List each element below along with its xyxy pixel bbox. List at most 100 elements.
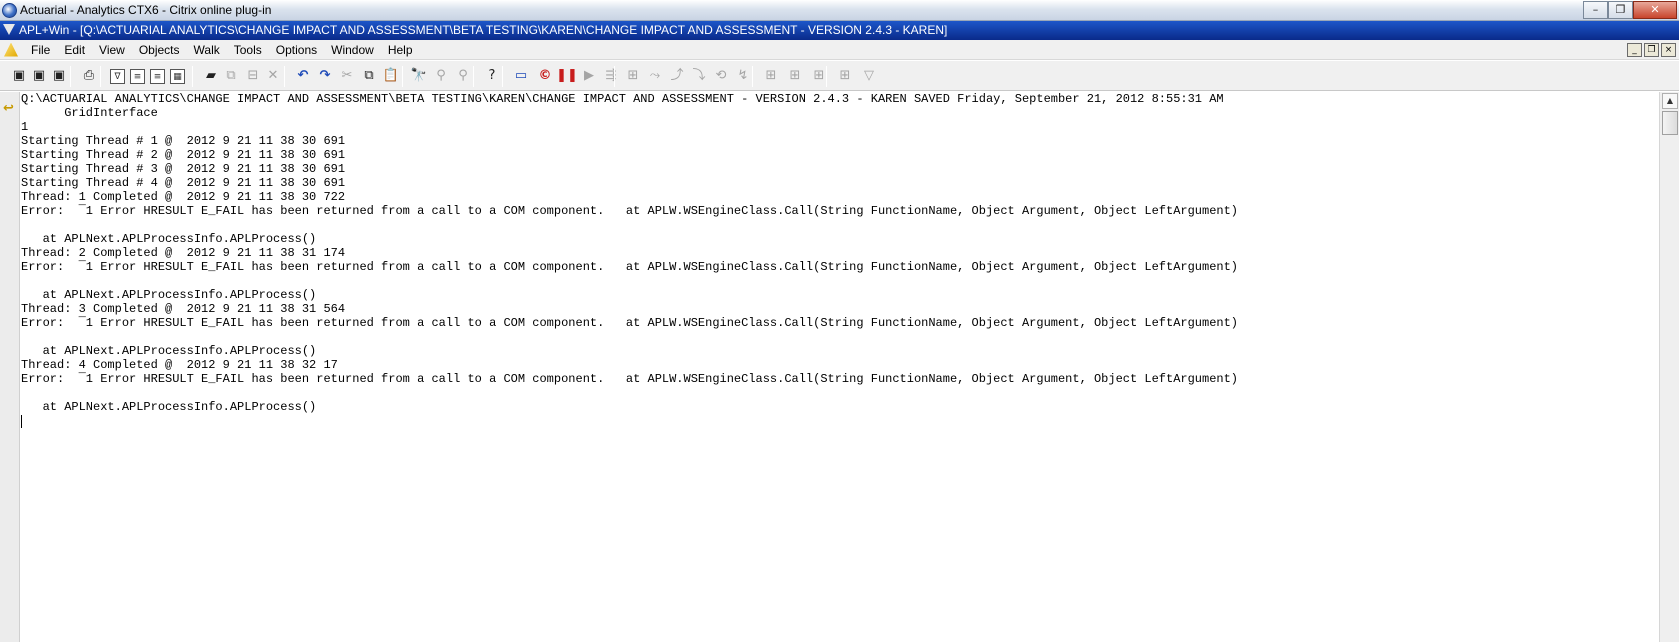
session-line: at APLNext.APLProcessInfo.APLProcess()	[21, 344, 317, 358]
mdi-restore-button[interactable]: ❐	[1644, 43, 1659, 57]
trace-icon[interactable]: ⤵	[690, 67, 708, 85]
toolbar-separator	[402, 66, 403, 87]
input-line[interactable]	[21, 414, 1659, 428]
maximize-window-button[interactable]: ❐	[1608, 1, 1633, 19]
menu-window[interactable]: Window	[324, 43, 381, 57]
session-line: GridInterface	[21, 106, 158, 120]
window-layout-icon[interactable]: ▭	[512, 67, 530, 85]
watch-icon[interactable]: ⊞	[786, 67, 804, 85]
run-to-icon[interactable]: ⇶	[602, 67, 620, 85]
close-window-button[interactable]: ✕	[1633, 1, 1677, 19]
session-line	[21, 218, 1659, 232]
toolbar-separator	[70, 66, 71, 87]
session-line: Thread: 2 Completed @ 2012 9 21 11 38 31…	[21, 246, 346, 260]
toolbar-separator	[614, 66, 615, 87]
citrix-remote-window: Actuarial - Analytics CTX6 - Citrix onli…	[0, 0, 1679, 642]
open-workspace-icon[interactable]: ▣	[10, 67, 28, 85]
session-line: Thread: 1 Completed @ 2012 9 21 11 38 30…	[21, 190, 346, 204]
redo-icon[interactable]: ↷	[316, 67, 334, 85]
pause-icon[interactable]: ❚❚	[556, 67, 578, 85]
toolbar: ▣ ▣ ▣ ⎙ ∇ ≡ ≡ ▦ ▰ ⧉ ⊟ ✕ ↶ ↷ ✂ ⧉ 📋 🔭 ⚲ ⚲? ▭ © ❚❚ ▶ ⇶ ⊞ ⤳ ⤴ ⤵ ⟲ ↯ ⊞ ⊞ ⊞ ⊞ ▽	[0, 61, 1679, 91]
find-next-icon[interactable]: ⚲	[432, 67, 450, 85]
text-cursor	[21, 415, 22, 428]
session-gutter: ↩	[0, 92, 20, 642]
session-line	[21, 274, 1659, 288]
print-icon[interactable]: ⎙	[80, 67, 98, 85]
session-line: Thread: 3 Completed @ 2012 9 21 11 38 31…	[21, 302, 346, 316]
scroll-thumb[interactable]	[1662, 111, 1678, 135]
stack-icon[interactable]: ⊞	[836, 67, 854, 85]
edit-variable-icon[interactable]: ≡	[130, 69, 145, 84]
session-line: at APLNext.APLProcessInfo.APLProcess()	[21, 288, 317, 302]
stop-trace-icon[interactable]: ⟲	[712, 67, 730, 85]
help-icon[interactable]: ?	[483, 67, 501, 85]
step-over-icon[interactable]: ⤳	[646, 67, 664, 85]
run-icon[interactable]: ▶	[580, 67, 598, 85]
session-line	[21, 330, 1659, 344]
outer-window-title: Actuarial - Analytics CTX6 - Citrix onli…	[20, 3, 272, 17]
load-workspace-icon[interactable]: ▣	[30, 67, 48, 85]
return-arrow-icon: ↩	[3, 101, 14, 116]
paste-icon[interactable]: 📋	[382, 67, 400, 85]
undo-icon[interactable]: ↶	[294, 67, 312, 85]
edit-matrix-icon[interactable]: ▦	[170, 69, 185, 84]
session-window[interactable]: ↩ Q:\ACTUARIAL ANALYTICS\CHANGE IMPACT A…	[0, 92, 1679, 642]
session-line: Starting Thread # 4 @ 2012 9 21 11 38 30…	[21, 176, 346, 190]
find-icon[interactable]: 🔭	[410, 67, 428, 85]
apl-triangle-icon[interactable]	[3, 24, 15, 35]
menu-options[interactable]: Options	[269, 43, 324, 57]
menu-edit[interactable]: Edit	[57, 43, 92, 57]
step-into-icon[interactable]: ⊞	[624, 67, 642, 85]
erase-object-icon[interactable]: ⊟	[244, 67, 262, 85]
mdi-close-button[interactable]: ×	[1661, 43, 1676, 57]
session-line: Error: ¯1 Error HRESULT E_FAIL has been …	[21, 372, 1238, 386]
session-line: Error: ¯1 Error HRESULT E_FAIL has been …	[21, 204, 1238, 218]
menu-help[interactable]: Help	[381, 43, 420, 57]
mdi-minimize-button[interactable]: _	[1627, 43, 1642, 57]
open-folder-icon[interactable]: ▰	[202, 67, 220, 85]
copy-object-icon[interactable]: ⧉	[222, 67, 240, 85]
toolbar-separator	[100, 66, 101, 87]
toolbar-separator	[502, 66, 503, 87]
menu-view[interactable]: View	[92, 43, 132, 57]
restart-icon[interactable]: ↯	[734, 67, 752, 85]
toolbar-separator	[752, 66, 753, 87]
apl-title-bar[interactable]: APL+Win - [Q:\ACTUARIAL ANALYTICS\CHANGE…	[0, 21, 1679, 40]
vertical-scrollbar[interactable]: ▲	[1659, 92, 1679, 642]
menu-bar: File Edit View Objects Walk Tools Option…	[0, 40, 1679, 60]
edit-text-icon[interactable]: ≡	[150, 69, 165, 84]
apl-document-icon[interactable]	[4, 42, 18, 57]
menu-objects[interactable]: Objects	[132, 43, 187, 57]
session-line: Starting Thread # 3 @ 2012 9 21 11 38 30…	[21, 162, 346, 176]
cut-icon[interactable]: ✂	[338, 67, 356, 85]
delete-object-icon[interactable]: ✕	[264, 67, 282, 85]
save-workspace-icon[interactable]: ▣	[50, 67, 68, 85]
session-line	[21, 386, 1659, 400]
session-line: Error: ¯1 Error HRESULT E_FAIL has been …	[21, 316, 1238, 330]
scroll-up-button[interactable]: ▲	[1662, 93, 1678, 109]
step-out-icon[interactable]: ⤴	[668, 67, 686, 85]
copy-icon[interactable]: ⧉	[360, 67, 378, 85]
session-line: Thread: 4 Completed @ 2012 9 21 11 38 32…	[21, 358, 338, 372]
toolbar-separator	[473, 66, 474, 87]
session-line: Starting Thread # 1 @ 2012 9 21 11 38 30…	[21, 134, 346, 148]
stop-circle-icon[interactable]: ©	[536, 67, 554, 85]
toolbar-separator	[826, 66, 827, 87]
toolbar-separator	[284, 66, 285, 87]
session-log[interactable]: Q:\ACTUARIAL ANALYTICS\CHANGE IMPACT AND…	[21, 92, 1659, 642]
mdi-window-controls: _ ❐ ×	[1627, 43, 1676, 57]
menu-walk[interactable]: Walk	[187, 43, 227, 57]
session-line: 1	[21, 120, 29, 134]
breakpoint-icon[interactable]: ⊞	[762, 67, 780, 85]
dropdown-icon[interactable]: ▽	[860, 67, 878, 85]
outer-window-controls: – ❐ ✕	[1583, 1, 1677, 19]
outer-title-bar[interactable]: Actuarial - Analytics CTX6 - Citrix onli…	[0, 0, 1679, 21]
menu-file[interactable]: File	[24, 43, 57, 57]
minimize-window-button[interactable]: –	[1583, 1, 1608, 19]
menu-tools[interactable]: Tools	[227, 43, 269, 57]
session-line: Error: ¯1 Error HRESULT E_FAIL has been …	[21, 260, 1238, 274]
session-line: at APLNext.APLProcessInfo.APLProcess()	[21, 232, 317, 246]
edit-function-icon[interactable]: ∇	[110, 69, 125, 84]
replace-icon[interactable]: ⚲	[454, 67, 472, 85]
apl-window-title: APL+Win - [Q:\ACTUARIAL ANALYTICS\CHANGE…	[19, 23, 948, 37]
